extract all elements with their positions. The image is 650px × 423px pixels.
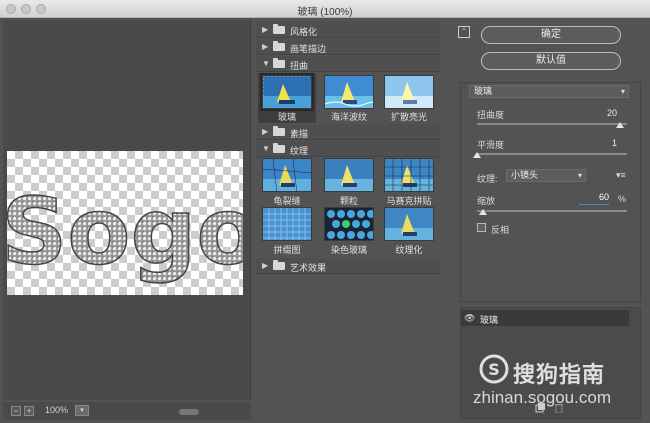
filter-thumb-mosaic-tiles[interactable]	[384, 158, 434, 192]
scale-slider-knob[interactable]	[479, 209, 487, 215]
filter-select-value: 玻璃	[474, 86, 493, 96]
expanded-arrow-icon: ▼	[262, 144, 270, 153]
expanded-arrow-icon: ▼	[262, 59, 270, 68]
effect-layers: 👁 玻璃 S 搜狗指南 zhinan.sogou.com	[460, 307, 641, 419]
filter-thumb-diffuse-glow[interactable]	[384, 75, 434, 109]
smoothness-label: 平滑度	[477, 140, 505, 150]
chevron-down-icon: ▾	[620, 87, 625, 96]
distortion-slider-knob[interactable]	[615, 122, 624, 128]
folder-icon	[273, 58, 285, 68]
delete-effect-layer-icon[interactable]	[554, 403, 564, 413]
sogou-logo-icon: S	[479, 354, 509, 384]
eye-icon[interactable]: 👁	[464, 313, 475, 324]
folder-label: 纹理	[290, 146, 309, 156]
folder-icon	[273, 126, 285, 136]
folder-icon	[273, 143, 285, 153]
folder-label: 画笔描边	[290, 44, 327, 54]
filter-label: 纹理化	[395, 245, 423, 255]
folder-label: 风格化	[290, 27, 318, 37]
filter-label: 玻璃	[277, 112, 296, 122]
zoom-in-button[interactable]: +	[24, 406, 34, 416]
folder-icon	[273, 41, 285, 51]
ok-button[interactable]: 确定	[481, 26, 621, 44]
folder-icon	[273, 260, 285, 270]
filter-gallery: ▶ 风格化 ▶ 画笔描边 ▼ 扭曲 玻璃 海洋波纹 扩散亮光 ▶ 素描 ▼ 纹理…	[256, 20, 440, 420]
preview-canvas[interactable]: Sogou	[7, 151, 243, 295]
distortion-value[interactable]: 20	[593, 108, 617, 118]
settings-panel: ⌃ 确定 默认值 玻璃 ▾ 扭曲度 20 平滑度 1 纹理: 小镜头 ▾ ▾≡ …	[453, 20, 650, 423]
scale-label: 缩放	[477, 196, 496, 206]
folder-label: 艺术效果	[290, 263, 327, 273]
filter-select[interactable]: 玻璃 ▾	[469, 85, 629, 98]
svg-text:S: S	[488, 360, 500, 379]
texture-menu-icon[interactable]: ▾≡	[616, 170, 626, 181]
title-bar: 玻璃 (100%)	[0, 0, 650, 18]
folder-texture[interactable]: ▼ 纹理	[256, 141, 440, 157]
scale-input[interactable]: 60	[579, 192, 609, 205]
zoom-level: 100%	[45, 405, 69, 415]
folder-sketch[interactable]: ▶ 素描	[256, 124, 440, 140]
folder-label: 扭曲	[290, 61, 309, 71]
smoothness-slider[interactable]	[477, 153, 627, 155]
filter-thumb-glass[interactable]	[260, 73, 314, 111]
filter-thumb-patchwork[interactable]	[262, 207, 312, 241]
smoothness-slider-knob[interactable]	[473, 152, 481, 158]
folder-artistic[interactable]: ▶ 艺术效果	[256, 258, 440, 274]
zoom-bar: − + 100% ▾	[3, 402, 251, 420]
collapsed-arrow-icon: ▶	[262, 127, 269, 136]
canvas-text: Sogou	[7, 178, 243, 285]
filter-thumb-grain[interactable]	[324, 158, 374, 192]
invert-checkbox[interactable]	[477, 223, 486, 232]
filter-thumb-texturizer[interactable]	[384, 207, 434, 241]
smoothness-value[interactable]: 1	[593, 138, 617, 148]
window-title: 玻璃 (100%)	[297, 7, 353, 18]
effect-layer-row[interactable]: 👁 玻璃	[461, 310, 629, 326]
invert-label: 反相	[491, 225, 510, 235]
filter-label: 拼缀图	[273, 245, 301, 255]
texture-select-value: 小镜头	[511, 170, 539, 180]
filter-label: 扩散亮光	[390, 112, 427, 122]
zoom-out-button[interactable]: −	[11, 406, 21, 416]
filter-label: 海洋波纹	[330, 112, 367, 122]
preview-area[interactable]: Sogou	[3, 20, 251, 400]
chevron-down-icon: ▾	[577, 171, 582, 180]
collapsed-arrow-icon: ▶	[262, 261, 269, 270]
filter-label: 龟裂缝	[273, 196, 301, 206]
collapsed-arrow-icon: ▶	[262, 25, 269, 34]
filter-label: 马赛克拼贴	[386, 196, 432, 206]
default-button[interactable]: 默认值	[481, 52, 621, 70]
filter-thumb-craquelure[interactable]	[262, 158, 312, 192]
new-effect-layer-icon[interactable]	[535, 403, 545, 413]
folder-stylize[interactable]: ▶ 风格化	[256, 22, 440, 38]
texture-label: 纹理:	[477, 174, 498, 184]
filter-label: 颗粒	[339, 196, 358, 206]
filter-settings: 玻璃 ▾ 扭曲度 20 平滑度 1 纹理: 小镜头 ▾ ▾≡ 缩放 60 % 反…	[460, 82, 641, 302]
filter-thumb-ocean-ripple[interactable]	[324, 75, 374, 109]
horizontal-scrollbar[interactable]	[179, 409, 199, 415]
watermark-brand: 搜狗指南	[513, 363, 606, 388]
glass-text-render: Sogou	[7, 177, 243, 286]
filter-label: 染色玻璃	[330, 245, 367, 255]
filter-thumb-stained-glass[interactable]	[324, 207, 374, 241]
collapse-gallery-icon[interactable]: ⌃	[458, 26, 470, 38]
folder-icon	[273, 24, 285, 34]
folder-distort[interactable]: ▼ 扭曲	[256, 56, 440, 72]
folder-brush-strokes[interactable]: ▶ 画笔描边	[256, 39, 440, 55]
collapsed-arrow-icon: ▶	[262, 42, 269, 51]
texture-select[interactable]: 小镜头 ▾	[506, 169, 586, 182]
distortion-slider[interactable]	[477, 123, 627, 125]
distortion-label: 扭曲度	[477, 110, 505, 120]
effect-layer-name: 玻璃	[480, 315, 499, 325]
scale-slider[interactable]	[477, 210, 627, 212]
zoom-dropdown[interactable]: ▾	[75, 405, 89, 416]
folder-label: 素描	[290, 129, 309, 139]
scale-unit: %	[618, 194, 627, 204]
